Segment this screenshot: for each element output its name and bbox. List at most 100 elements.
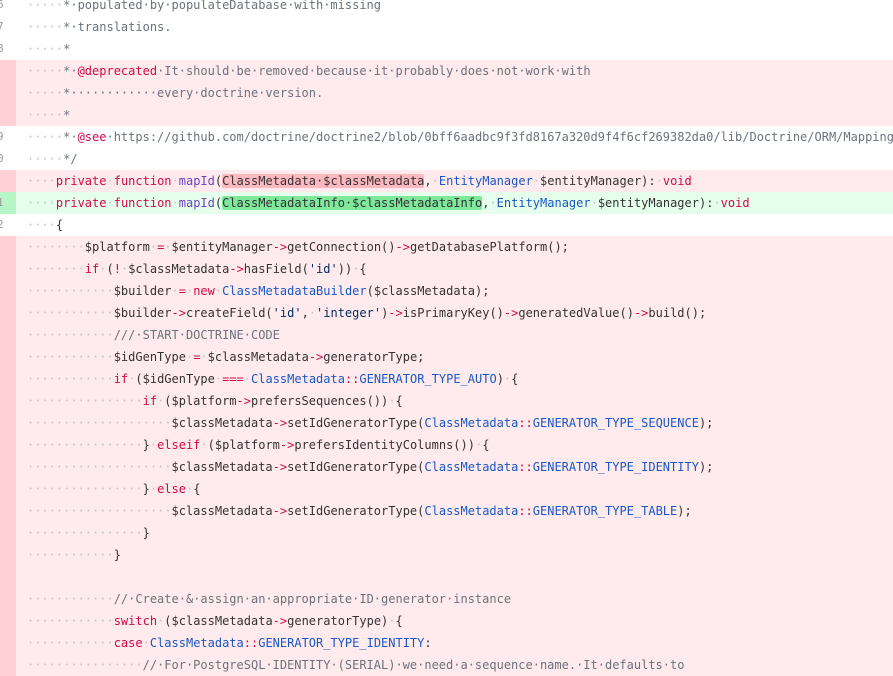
deleted-line[interactable]: ········$platform·=·$entityManager->getC… [0, 236, 893, 258]
deleted-line[interactable]: ·····* [0, 104, 893, 126]
deleted-line[interactable]: ····················$classMetadata->setI… [0, 412, 893, 434]
code-token: void [720, 196, 750, 210]
code-token: ( [106, 262, 114, 276]
code-text: ·····*·@deprecated·It·should·be·removed·… [27, 60, 591, 82]
code-token: -> [503, 306, 519, 320]
code-token: getConnection() [287, 240, 396, 254]
code-token: · [149, 438, 158, 452]
added-line[interactable]: 1 ····private·function·mapId(ClassMetadat… [0, 192, 893, 214]
deleted-line[interactable]: ············} [0, 544, 893, 566]
code-token: else [157, 482, 186, 496]
code-token: ····· [27, 64, 64, 78]
code-token: *·populated·by·populateDatabase·with·mis… [63, 0, 382, 12]
deleted-line[interactable]: ····private·function·mapId(ClassMetadata… [0, 170, 893, 192]
code-token: { [511, 372, 519, 386]
deleted-line[interactable]: ·····*·@deprecated·It·should·be·removed·… [0, 60, 893, 82]
context-line[interactable]: 7 ·····*·translations. [0, 16, 893, 38]
code-token: if [142, 394, 158, 408]
context-line[interactable]: 8 ·····* [0, 38, 893, 60]
code-token: 'id' [272, 306, 302, 320]
deleted-line[interactable]: ············$builder·=·new·ClassMetadata… [0, 280, 893, 302]
deleted-line[interactable]: ········if·(!·$classMetadata->hasField('… [0, 258, 893, 280]
code-token: -> [395, 240, 410, 254]
line-number [0, 280, 16, 302]
code-token: *· [63, 130, 78, 144]
code-token: ············ [27, 306, 114, 320]
code-text: ·····*/ [27, 148, 78, 170]
code-token: { [395, 394, 403, 408]
code-token: setIdGeneratorType( [287, 416, 425, 430]
line-number [0, 610, 16, 632]
deleted-line[interactable] [0, 566, 893, 588]
code-token: $idGenType [113, 350, 186, 364]
code-token: ClassMetadata·$classMetadata [222, 174, 425, 188]
deleted-line[interactable]: ·····*············every·doctrine·version… [0, 82, 893, 104]
code-text: ············switch · ($classMetadata->gene… [27, 610, 403, 632]
deleted-line[interactable]: ············//·Create·&·assign·an·approp… [0, 588, 893, 610]
code-text: ·····*·@see·https://github.com/doctrine/… [27, 126, 893, 148]
code-text: ····················$classMetadata->setI… [27, 500, 692, 522]
deleted-line[interactable]: ············///·START·DOCTRINE·CODE [0, 324, 893, 346]
code-token: -> [272, 460, 288, 474]
code-text: ············$builder·=·new·ClassMetadata… [27, 280, 489, 302]
code-text: ············case·ClassMetadata::GENERATO… [27, 632, 432, 654]
code-text: ·····*············every·doctrine·version… [27, 82, 323, 104]
code-token: @deprecated [77, 64, 158, 78]
code-token: -> [272, 504, 288, 518]
code-text: ····················$classMetadata->setI… [27, 456, 713, 478]
line-number: 7 [0, 20, 4, 33]
code-token: new [193, 284, 215, 298]
code-token: GENERATOR_TYPE_TABLE [532, 504, 678, 518]
code-text: ············$idGenType·=·$classMetadata-… [27, 346, 424, 368]
code-token: :: [243, 636, 259, 650]
deleted-line[interactable]: ················} [0, 522, 893, 544]
code-token: GENERATOR_TYPE_AUTO [359, 372, 497, 386]
deleted-line[interactable]: ················}·else·{ [0, 478, 893, 500]
line-number [0, 104, 16, 126]
deleted-line[interactable]: ····················$classMetadata->setI… [0, 500, 893, 522]
deleted-line[interactable]: ················if · ($platform->prefersSe… [0, 390, 893, 412]
context-line[interactable]: 2 ····{ [0, 214, 893, 236]
deleted-line[interactable]: ············if·($idGenType·===·ClassMeta… [0, 368, 893, 390]
line-number: 0 [0, 152, 4, 165]
code-token: -> [272, 240, 288, 254]
code-token: { [55, 218, 64, 232]
code-token: ClassMetadataInfo·$classMetadataInfo [222, 196, 483, 210]
code-token: )) [337, 262, 353, 276]
code-token: $builder [113, 306, 172, 320]
deleted-line[interactable]: ············$builder->createField('id',·… [0, 302, 893, 324]
code-token: $classMetadata [171, 504, 273, 518]
context-line[interactable]: 0 ·····*/ [0, 148, 893, 170]
deleted-line[interactable]: ················}·elseif·($platform->pre… [0, 434, 893, 456]
code-token: -> [279, 438, 295, 452]
context-line[interactable]: 6 ·····*·populated·by·populateDatabase·wi… [0, 0, 893, 16]
line-number [0, 368, 16, 390]
code-token: -> [388, 306, 403, 320]
deleted-line[interactable]: ············$idGenType·=·$classMetadata-… [0, 346, 893, 368]
code-token: ············ [27, 284, 114, 298]
code-token: ) [496, 372, 504, 386]
code-token: · [142, 636, 150, 650]
code-token: ·https://github.com/doctrine/doctrine2/b… [106, 130, 893, 144]
context-line[interactable]: 9 ·····*·@see·https://github.com/doctrine… [0, 126, 893, 148]
code-token: switch [113, 614, 158, 628]
deleted-line[interactable]: ············case·ClassMetadata::GENERATO… [0, 632, 893, 654]
code-token: · [308, 306, 317, 320]
code-token: :: [518, 460, 533, 474]
deleted-line[interactable]: ············switch · ($classMetadata->gene… [0, 610, 893, 632]
code-token: * [63, 42, 71, 56]
code-text: ················}·else·{ [27, 478, 200, 500]
code-token: } [142, 482, 150, 496]
deleted-line[interactable]: ····················$classMetadata->setI… [0, 456, 893, 478]
deleted-line[interactable]: ················//·For·PostgreSQL·IDENTI… [0, 654, 893, 676]
code-token: ClassMetadata [424, 504, 519, 518]
code-token: } [142, 438, 150, 452]
code-token: ···· [27, 174, 56, 188]
code-token: prefersIdentityColumns()) [294, 438, 475, 452]
line-number [0, 82, 16, 104]
code-token: build(); [648, 306, 707, 320]
code-token: ················ [27, 658, 143, 672]
code-token: · [655, 174, 663, 188]
code-token: hasField( [243, 262, 309, 276]
code-token: 'id' [308, 262, 338, 276]
